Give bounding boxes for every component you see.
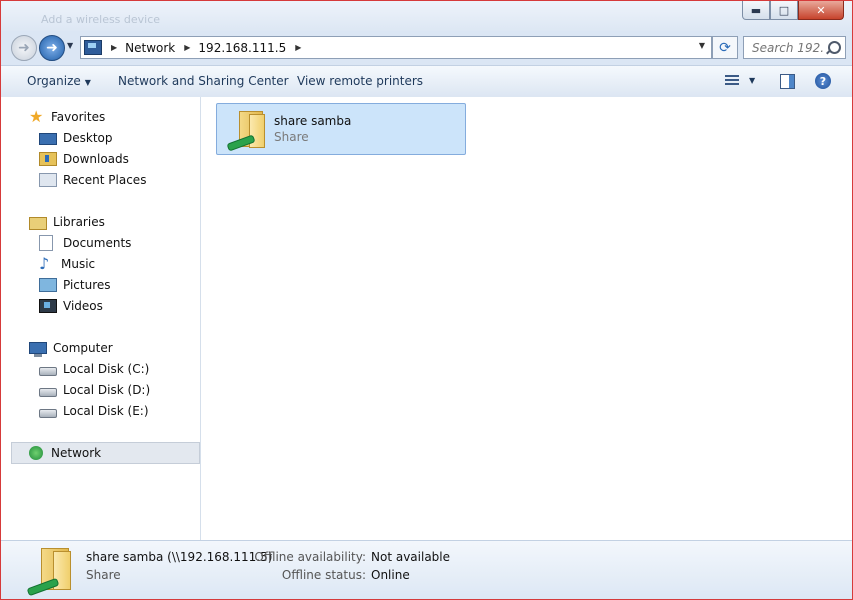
- forward-arrow-icon: ➜: [46, 40, 58, 56]
- chevron-right-icon[interactable]: ▶: [111, 43, 117, 52]
- nav-label: Music: [61, 256, 96, 271]
- help-icon[interactable]: ?: [815, 73, 831, 89]
- nav-label: Documents: [63, 235, 132, 250]
- shared-folder-icon: [225, 109, 265, 152]
- windows-disk-icon: [39, 366, 57, 376]
- window-title: Add a wireless device: [41, 13, 161, 26]
- nav-local-disk-e[interactable]: Local Disk (E:): [39, 400, 149, 421]
- nav-documents[interactable]: Documents: [39, 232, 131, 253]
- nav-label: Network: [51, 445, 102, 460]
- preview-pane-icon[interactable]: [780, 74, 795, 89]
- address-row: ➜ ➜ ▼ ▶ Network ▶ 192.168.111.5 ▶ ▼ ⟳: [1, 31, 852, 63]
- breadcrumb-host[interactable]: 192.168.111.5: [198, 41, 286, 55]
- maximize-button[interactable]: □: [770, 1, 798, 20]
- music-note-icon: ♪: [39, 253, 50, 273]
- pictures-icon: [39, 277, 57, 292]
- change-view-icon[interactable]: [725, 75, 739, 87]
- search-input[interactable]: [750, 39, 826, 56]
- back-arrow-icon: ➜: [18, 40, 30, 56]
- nav-label: Libraries: [53, 214, 105, 229]
- nav-local-disk-d[interactable]: Local Disk (D:): [39, 379, 150, 400]
- computer-icon: [29, 342, 47, 357]
- libraries-icon: [29, 216, 47, 230]
- nav-favorites[interactable]: ★ Favorites: [29, 106, 105, 127]
- offline-status-label: Offline status:: [281, 568, 366, 582]
- offline-status-value: Online: [371, 568, 410, 582]
- nav-desktop[interactable]: Desktop: [39, 127, 113, 148]
- search-box[interactable]: [743, 36, 846, 59]
- nav-label: Videos: [63, 298, 103, 313]
- minimize-button[interactable]: ▬: [742, 1, 770, 20]
- nav-label: Desktop: [63, 130, 113, 145]
- nav-libraries[interactable]: Libraries: [29, 211, 105, 232]
- network-sharing-center-button[interactable]: Network and Sharing Center: [118, 74, 289, 88]
- organize-button[interactable]: Organize ▼: [27, 74, 91, 88]
- share-item[interactable]: share samba Share: [216, 103, 466, 155]
- view-remote-printers-button[interactable]: View remote printers: [297, 74, 423, 88]
- chevron-down-icon: ▼: [84, 78, 91, 87]
- organize-label: Organize: [27, 74, 81, 88]
- network-computer-icon: [84, 40, 102, 55]
- nav-videos[interactable]: Videos: [39, 295, 103, 316]
- nav-downloads[interactable]: Downloads: [39, 148, 129, 169]
- item-name: share samba: [274, 114, 352, 128]
- caption-buttons: ▬ □ ✕: [742, 1, 844, 20]
- documents-icon: [39, 234, 53, 251]
- command-bar: Organize ▼ Network and Sharing Center Vie…: [1, 65, 852, 99]
- offline-availability-value: Not available: [371, 550, 451, 564]
- nav-label: Local Disk (D:): [63, 382, 151, 397]
- nav-label: Downloads: [63, 151, 129, 166]
- refresh-icon: ⟳: [719, 39, 731, 56]
- nav-label: Recent Places: [63, 172, 147, 187]
- nav-recent-places[interactable]: Recent Places: [39, 169, 146, 190]
- item-type: Share: [274, 130, 309, 144]
- details-type: Share: [86, 568, 121, 582]
- downloads-folder-icon: [39, 151, 57, 166]
- nav-label: Favorites: [51, 109, 106, 124]
- details-pane: share samba (\\192.168.111.5) Share Offl…: [1, 540, 852, 599]
- search-icon[interactable]: [828, 41, 841, 54]
- file-list[interactable]: share samba Share: [201, 97, 852, 540]
- nav-label: Pictures: [63, 277, 111, 292]
- nav-computer[interactable]: Computer: [29, 337, 113, 358]
- recent-places-icon: [39, 172, 57, 187]
- nav-music[interactable]: ♪ Music: [39, 253, 95, 274]
- view-options-dropdown-icon[interactable]: ▼: [749, 76, 755, 85]
- title-bar[interactable]: Add a wireless device ▬ □ ✕: [1, 1, 852, 31]
- forward-button[interactable]: ➜: [39, 35, 65, 61]
- explorer-window: Add a wireless device ▬ □ ✕ ➜ ➜ ▼ ▶ Netw…: [0, 0, 853, 600]
- chevron-right-icon[interactable]: ▶: [184, 43, 190, 52]
- refresh-button[interactable]: ⟳: [712, 36, 738, 59]
- nav-label: Computer: [53, 340, 113, 355]
- address-history-dropdown-icon[interactable]: ▼: [699, 41, 705, 50]
- disk-drive-icon: [39, 387, 57, 397]
- navigation-pane: ★ Favorites Desktop Downloads Recent Pla…: [1, 97, 201, 540]
- back-button[interactable]: ➜: [11, 35, 37, 61]
- desktop-icon: [39, 132, 57, 145]
- recent-pages-dropdown-icon[interactable]: ▼: [67, 41, 73, 50]
- shared-folder-icon: [23, 545, 71, 597]
- nav-label: Local Disk (E:): [63, 403, 149, 418]
- star-icon: ★: [29, 106, 44, 126]
- address-bar[interactable]: ▶ Network ▶ 192.168.111.5 ▶ ▼: [80, 36, 712, 59]
- chevron-right-icon[interactable]: ▶: [295, 43, 301, 52]
- disk-drive-icon: [39, 408, 57, 418]
- network-globe-icon: [29, 445, 43, 460]
- nav-local-disk-c[interactable]: Local Disk (C:): [39, 358, 149, 379]
- breadcrumb-network[interactable]: Network: [125, 41, 175, 55]
- nav-network[interactable]: Network: [29, 442, 101, 463]
- nav-pictures[interactable]: Pictures: [39, 274, 111, 295]
- videos-icon: [39, 298, 57, 313]
- close-button[interactable]: ✕: [798, 1, 844, 20]
- nav-label: Local Disk (C:): [63, 361, 150, 376]
- offline-availability-label: Offline availability:: [254, 550, 366, 564]
